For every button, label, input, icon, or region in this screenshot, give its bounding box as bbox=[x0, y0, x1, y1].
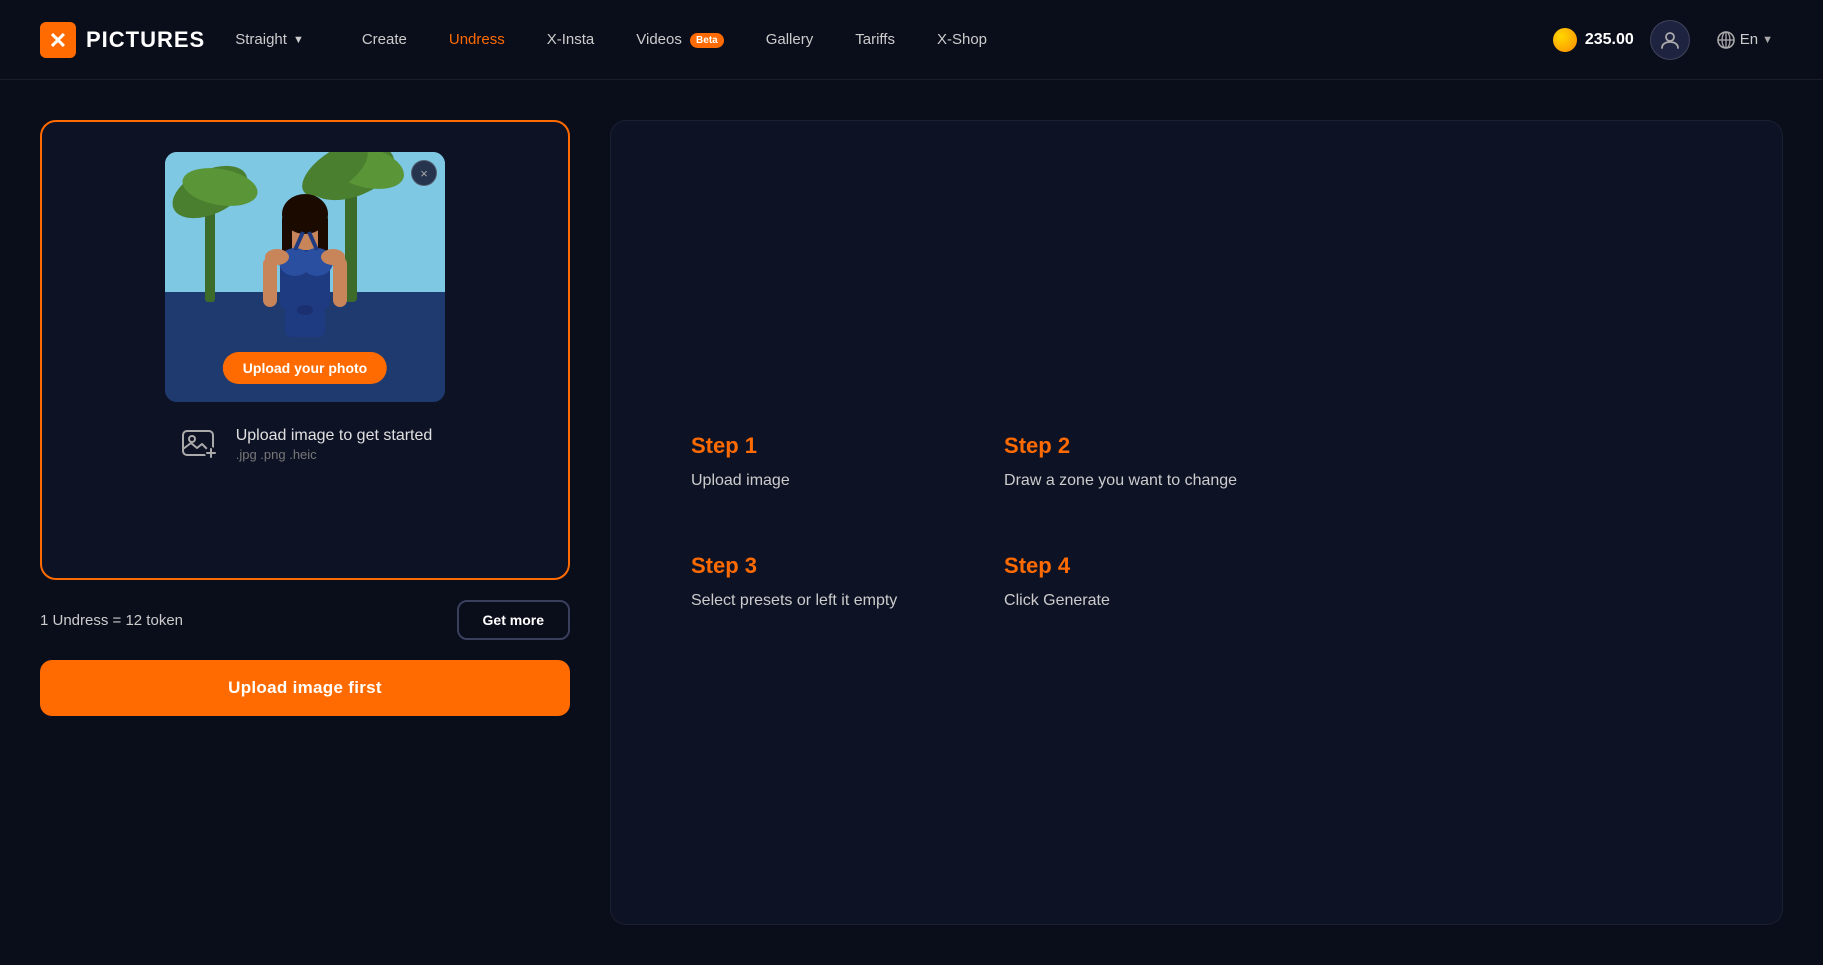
step-3-desc: Select presets or left it empty bbox=[691, 589, 924, 613]
logo-icon: ✕ bbox=[40, 22, 76, 58]
nav-item-tariffs[interactable]: Tariffs bbox=[837, 23, 913, 56]
step-3-item: Step 3 Select presets or left it empty bbox=[691, 553, 924, 613]
step-1-item: Step 1 Upload image bbox=[691, 433, 924, 493]
upload-text-group: Upload image to get started .jpg .png .h… bbox=[236, 427, 433, 462]
svg-text:✕: ✕ bbox=[49, 28, 67, 53]
language-selector[interactable]: En ▼ bbox=[1706, 24, 1783, 56]
lang-label: En bbox=[1740, 31, 1758, 48]
step-2-title: Step 2 bbox=[1004, 433, 1237, 459]
upload-card[interactable]: Upload your photo × bbox=[40, 120, 570, 580]
coins-amount: 235.00 bbox=[1585, 31, 1634, 49]
coins-display: 235.00 bbox=[1553, 28, 1634, 52]
upload-overlay-button[interactable]: Upload your photo bbox=[223, 352, 387, 384]
steps-grid: Step 1 Upload image Step 2 Draw a zone y… bbox=[691, 433, 1237, 613]
upload-icon bbox=[178, 422, 222, 466]
nav-item-create[interactable]: Create bbox=[344, 23, 425, 56]
close-icon: × bbox=[420, 166, 428, 181]
header: ✕ PICTURES Straight ▼ Create Undress X-I… bbox=[0, 0, 1823, 80]
step-4-desc: Click Generate bbox=[1004, 589, 1237, 613]
globe-icon bbox=[1716, 30, 1736, 50]
nav-item-gallery[interactable]: Gallery bbox=[748, 23, 832, 56]
mode-label: Straight bbox=[235, 31, 287, 48]
upload-sub-text: .jpg .png .heic bbox=[236, 447, 433, 462]
main-content: Upload your photo × bbox=[0, 80, 1823, 965]
nav-item-videos[interactable]: Videos Beta bbox=[618, 23, 741, 56]
token-info: 1 Undress = 12 token bbox=[40, 612, 183, 629]
logo[interactable]: ✕ PICTURES bbox=[40, 22, 205, 58]
step-1-title: Step 1 bbox=[691, 433, 924, 459]
token-row: 1 Undress = 12 token Get more bbox=[40, 600, 570, 640]
right-panel: Step 1 Upload image Step 2 Draw a zone y… bbox=[610, 120, 1783, 925]
coin-icon bbox=[1553, 28, 1577, 52]
chevron-down-icon: ▼ bbox=[293, 34, 304, 46]
lang-chevron-icon: ▼ bbox=[1762, 34, 1773, 46]
header-right: 235.00 En ▼ bbox=[1553, 20, 1783, 60]
nav-item-undress[interactable]: Undress bbox=[431, 23, 523, 56]
step-3-title: Step 3 bbox=[691, 553, 924, 579]
left-panel: Upload your photo × bbox=[40, 120, 570, 925]
close-button[interactable]: × bbox=[411, 160, 437, 186]
image-plus-icon bbox=[181, 425, 219, 463]
main-nav: Create Undress X-Insta Videos Beta Galle… bbox=[344, 23, 1553, 56]
step-4-item: Step 4 Click Generate bbox=[1004, 553, 1237, 613]
user-button[interactable] bbox=[1650, 20, 1690, 60]
step-1-desc: Upload image bbox=[691, 469, 924, 493]
mode-selector[interactable]: Straight ▼ bbox=[225, 25, 314, 54]
step-2-desc: Draw a zone you want to change bbox=[1004, 469, 1237, 493]
upload-main-text: Upload image to get started bbox=[236, 427, 433, 445]
step-4-title: Step 4 bbox=[1004, 553, 1237, 579]
nav-item-x-insta[interactable]: X-Insta bbox=[529, 23, 613, 56]
get-more-button[interactable]: Get more bbox=[457, 600, 570, 640]
image-preview-wrapper: Upload your photo × bbox=[165, 152, 445, 402]
nav-item-x-shop[interactable]: X-Shop bbox=[919, 23, 1005, 56]
logo-text: PICTURES bbox=[86, 27, 205, 53]
upload-cta-button[interactable]: Upload image first bbox=[40, 660, 570, 716]
beta-badge: Beta bbox=[690, 33, 724, 48]
step-2-item: Step 2 Draw a zone you want to change bbox=[1004, 433, 1237, 493]
upload-info[interactable]: Upload image to get started .jpg .png .h… bbox=[178, 422, 433, 466]
user-icon bbox=[1660, 30, 1680, 50]
